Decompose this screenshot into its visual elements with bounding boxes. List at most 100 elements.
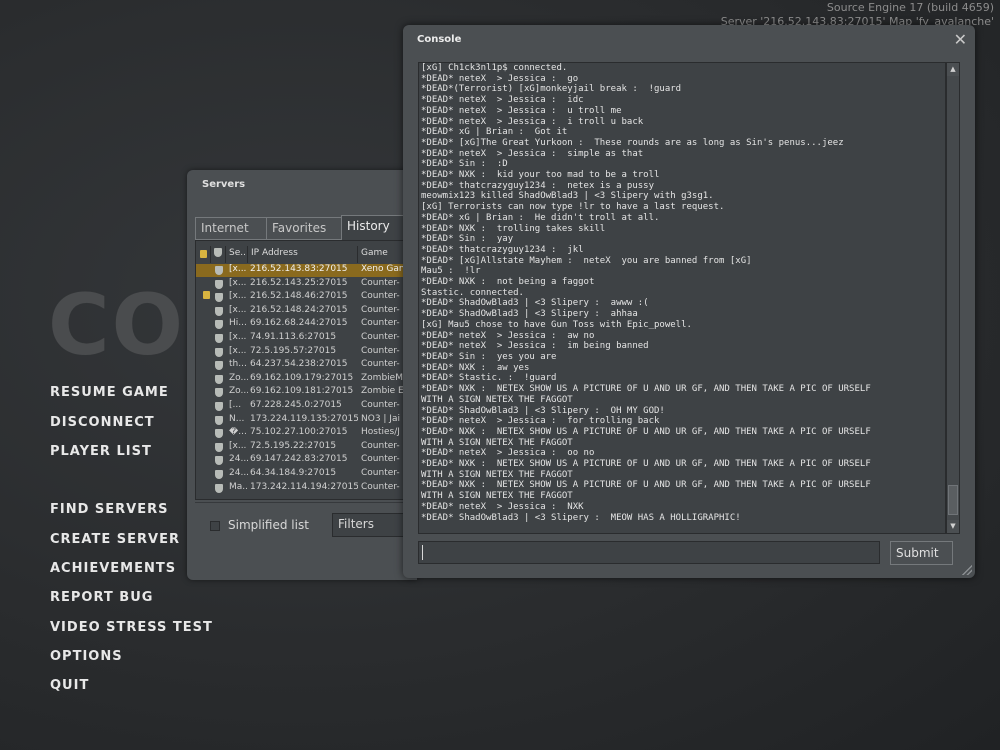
- server-name: [x...: [229, 264, 247, 274]
- server-row[interactable]: [x... 72.5.195.57:27015 Counter-: [196, 345, 416, 359]
- scroll-thumb[interactable]: [948, 485, 958, 515]
- console-line: *DEAD* neteX > Jessica : oo no: [421, 448, 595, 459]
- server-row[interactable]: [x... 72.5.195.22:27015 Counter-: [196, 440, 416, 454]
- tab-internet[interactable]: Internet: [195, 217, 267, 240]
- server-ip: 72.5.195.22:27015: [250, 440, 337, 451]
- server-ip: 216.52.143.25:27015: [250, 277, 348, 288]
- server-row[interactable]: N... 173.224.119.135:27015 NO3 | Jai: [196, 413, 416, 427]
- secure-shield-icon: [215, 320, 223, 330]
- console-line: *DEAD* Sin : :D: [421, 159, 508, 170]
- resize-grip-icon[interactable]: [962, 565, 972, 575]
- console-line: [xG] Terrorists can now type !lr to have…: [421, 202, 725, 213]
- console-scrollbar[interactable]: ▲ ▼: [946, 62, 960, 534]
- console-line: Mau5 : !lr: [421, 266, 481, 277]
- scroll-up-icon[interactable]: ▲: [947, 63, 959, 76]
- server-row[interactable]: [x... 216.52.143.83:27015 Xeno Gan: [196, 264, 416, 277]
- secure-shield-icon: [215, 374, 223, 384]
- menu-find-servers[interactable]: FIND SERVERS: [50, 502, 168, 517]
- server-ip: 74.91.113.6:27015: [250, 332, 337, 342]
- secure-shield-icon: [215, 279, 223, 289]
- menu-create-server[interactable]: CREATE SERVER: [50, 532, 180, 547]
- server-row[interactable]: [x... 216.52.148.24:27015 Counter-: [196, 304, 416, 318]
- secure-shield-icon: [215, 347, 223, 357]
- lock-column-header[interactable]: [196, 246, 211, 263]
- tab-favorites[interactable]: Favorites: [266, 217, 342, 240]
- console-line: *DEAD* NXK : NETEX SHOW US A PICTURE OF …: [421, 480, 871, 491]
- console-line: *DEAD* ShadOwBlad3 | <3 Slipery : ahhaa: [421, 309, 638, 320]
- secure-shield-icon: [215, 306, 223, 316]
- secure-shield-icon: [215, 334, 223, 343]
- menu-video-stress-test[interactable]: VIDEO STRESS TEST: [50, 620, 213, 635]
- secure-shield-icon: [215, 266, 223, 275]
- secure-shield-icon: [215, 361, 223, 371]
- console-line: *DEAD* NXK : NETEX SHOW US A PICTURE OF …: [421, 384, 871, 395]
- console-line: WITH A SIGN NETEX THE FAGGOT: [421, 437, 573, 448]
- server-ip: 64.34.184.9:27015: [250, 468, 337, 478]
- server-row[interactable]: Hi... 69.162.68.244:27015 Counter-: [196, 318, 416, 331]
- menu-options[interactable]: OPTIONS: [50, 649, 123, 664]
- server-name: [x...: [229, 277, 247, 288]
- server-name: N...: [229, 413, 245, 424]
- server-ip: 69.162.109.181:27015: [250, 386, 354, 397]
- console-line: [xG] Mau5 chose to have Gun Toss with Ep…: [421, 319, 692, 330]
- lock-icon: [203, 291, 210, 300]
- menu-disconnect[interactable]: DISCONNECT: [50, 415, 155, 430]
- console-line: *DEAD* NXK : kid your too mad to be a tr…: [421, 170, 660, 181]
- submit-button[interactable]: Submit: [890, 541, 953, 565]
- server-ip: 216.52.148.46:27015: [250, 291, 348, 302]
- server-name: 24...: [229, 468, 248, 478]
- menu-report-bug[interactable]: REPORT BUG: [50, 590, 153, 605]
- server-ip: 67.228.245.0:27015: [250, 400, 342, 410]
- console-line: *DEAD* neteX > Jessica : im being banned: [421, 341, 649, 352]
- console-line: *DEAD* neteX > Jessica : idc: [421, 95, 584, 106]
- server-name: Zo...: [229, 372, 248, 383]
- shield-icon: [214, 248, 222, 257]
- server-row[interactable]: Zo... 69.162.109.179:27015 ZombieM: [196, 372, 416, 386]
- server-name: [x...: [229, 291, 247, 302]
- console-line: Stastic. connected.: [421, 287, 524, 298]
- console-line: *DEAD* thatcrazyguy1234 : netex is a pus…: [421, 180, 654, 191]
- server-row[interactable]: Zo... 69.162.109.181:27015 Zombie E: [196, 386, 416, 399]
- console-window-title: Console: [417, 34, 462, 45]
- server-row[interactable]: [x... 216.52.143.25:27015 Counter-: [196, 277, 416, 291]
- server-row[interactable]: [... 67.228.245.0:27015 Counter-: [196, 400, 416, 413]
- server-name: [x...: [229, 304, 247, 315]
- server-row[interactable]: [x... 216.52.148.46:27015 Counter-: [196, 291, 416, 304]
- secure-shield-icon: [215, 415, 223, 425]
- console-input[interactable]: [418, 541, 880, 564]
- console-line: *DEAD* thatcrazyguy1234 : jkl: [421, 244, 584, 255]
- menu-resume-game[interactable]: RESUME GAME: [50, 385, 169, 400]
- ip-column-header[interactable]: IP Address: [248, 246, 358, 263]
- servername-column-header[interactable]: Se..: [226, 246, 248, 263]
- server-name: [x...: [229, 332, 247, 342]
- server-row[interactable]: Ma...173.242.114.194:27015Counter-: [196, 481, 416, 495]
- server-ip: 216.52.148.24:27015: [250, 304, 348, 315]
- secure-shield-icon: [215, 388, 223, 398]
- scroll-down-icon[interactable]: ▼: [947, 520, 959, 533]
- console-line: *DEAD* NXK : NETEX SHOW US A PICTURE OF …: [421, 426, 871, 437]
- close-icon[interactable]: ✕: [954, 30, 967, 49]
- server-row[interactable]: th... 64.237.54.238:27015 Counter-: [196, 359, 416, 372]
- console-line: *DEAD* [xG]Allstate Mayhem : neteX you a…: [421, 255, 752, 266]
- server-ip: 173.242.114.194:27015: [250, 481, 358, 492]
- server-row[interactable]: �... 75.102.27.100:27015 Hosties/J: [196, 427, 416, 440]
- menu-player-list[interactable]: PLAYER LIST: [50, 444, 152, 459]
- server-name: 24...: [229, 454, 248, 465]
- server-name: �...: [229, 427, 247, 438]
- server-ip: 75.102.27.100:27015: [250, 427, 348, 438]
- secure-shield-icon: [215, 470, 223, 479]
- server-row[interactable]: [x... 74.91.113.6:27015 Counter-: [196, 332, 416, 345]
- menu-achievements[interactable]: ACHIEVEMENTS: [50, 561, 176, 576]
- simplified-list-checkbox[interactable]: [210, 521, 220, 531]
- server-row[interactable]: 24... 64.34.184.9:27015 Counter-: [196, 468, 416, 481]
- server-ip: 69.147.242.83:27015: [250, 454, 348, 465]
- server-list: Se.. IP Address Game [x... 216.52.143.83:…: [195, 240, 417, 500]
- server-row[interactable]: 24... 69.147.242.83:27015 Counter-: [196, 454, 416, 467]
- server-name: [...: [229, 400, 242, 410]
- server-name: Hi...: [229, 318, 247, 329]
- console-line: *DEAD* neteX > Jessica : i troll u back: [421, 116, 644, 127]
- server-ip: 72.5.195.57:27015: [250, 345, 337, 356]
- secure-column-header[interactable]: [211, 246, 226, 263]
- menu-quit[interactable]: QUIT: [50, 678, 89, 693]
- server-ip: 173.224.119.135:27015: [250, 413, 358, 424]
